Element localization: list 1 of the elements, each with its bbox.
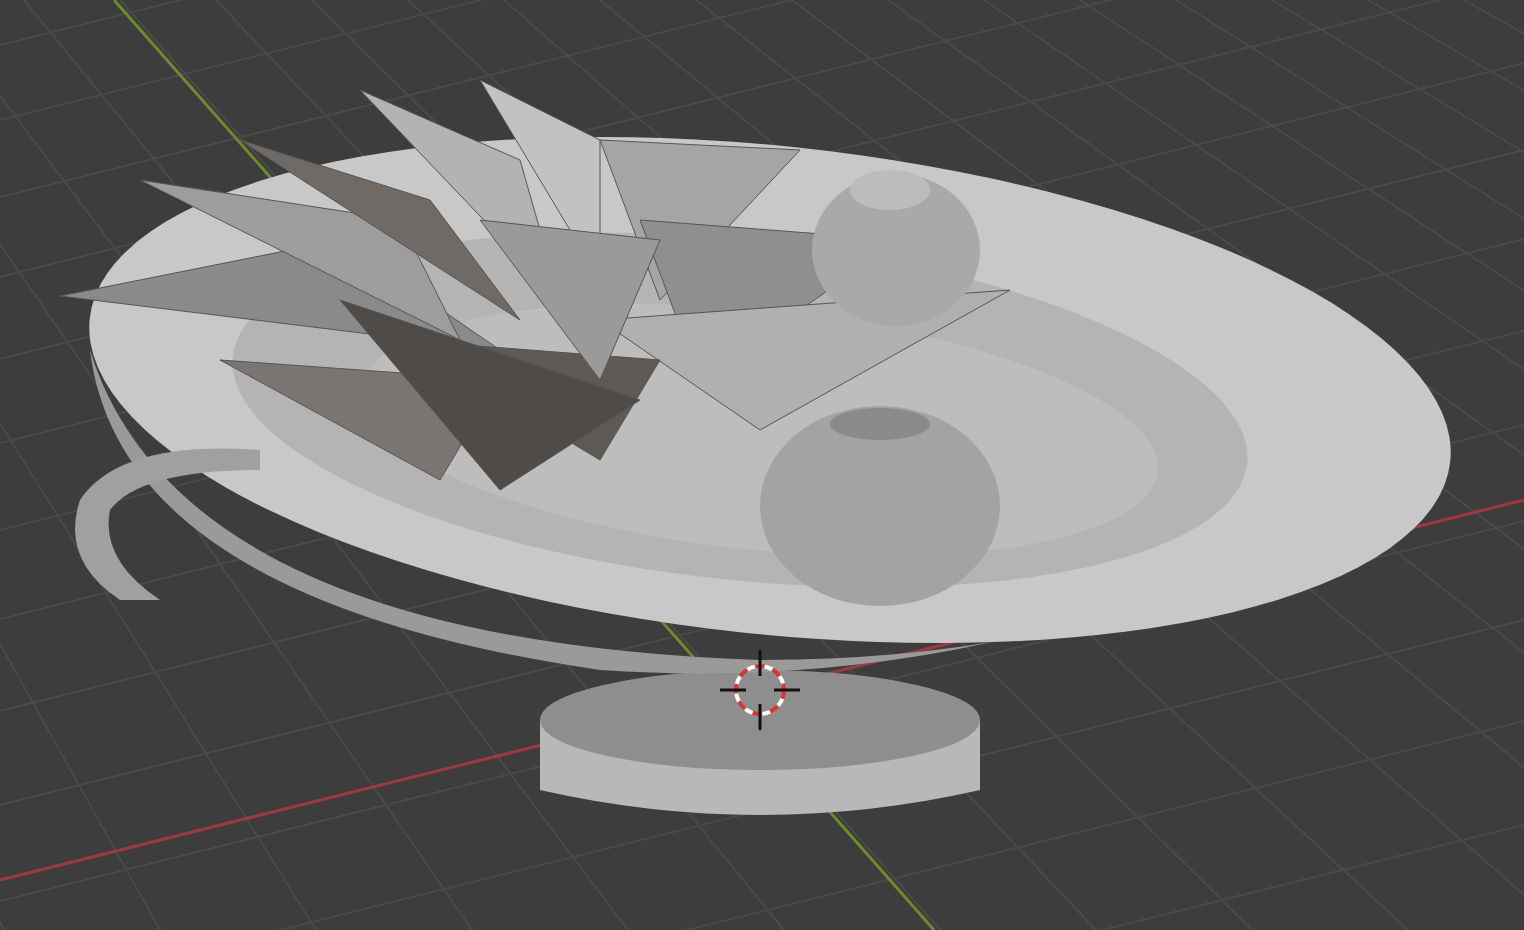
3d-cursor-icon[interactable] xyxy=(718,648,802,732)
